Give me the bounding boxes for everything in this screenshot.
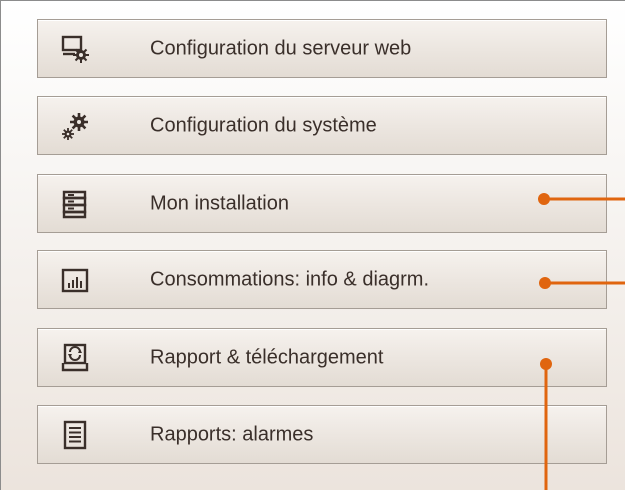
menu-item-label: Configuration du système	[150, 114, 377, 136]
alarm-report-icon	[58, 418, 92, 452]
menu-item-label: Mon installation	[150, 192, 289, 214]
menu-item-label: Rapports: alarmes	[150, 423, 314, 445]
system-gears-icon	[58, 109, 92, 143]
my-installation-button[interactable]: Mon installation	[37, 174, 607, 233]
report-download-button[interactable]: Rapport & téléchargement	[37, 328, 607, 387]
web-server-config-button[interactable]: Configuration du serveur web	[37, 19, 607, 78]
web-server-settings-icon	[58, 32, 92, 66]
menu-item-label: Consommations: info & diagrm.	[150, 268, 430, 290]
menu-panel: Configuration du serveur web Configurati…	[0, 0, 625, 490]
consumption-info-button[interactable]: Consommations: info & diagrm.	[37, 250, 607, 309]
report-download-icon	[58, 341, 92, 375]
menu-item-label: Rapport & téléchargement	[150, 346, 384, 368]
system-config-button[interactable]: Configuration du système	[37, 96, 607, 155]
menu-item-label: Configuration du serveur web	[150, 37, 412, 59]
consumption-chart-icon	[58, 263, 92, 297]
installation-stack-icon	[58, 187, 92, 221]
alarm-reports-button[interactable]: Rapports: alarmes	[37, 405, 607, 464]
